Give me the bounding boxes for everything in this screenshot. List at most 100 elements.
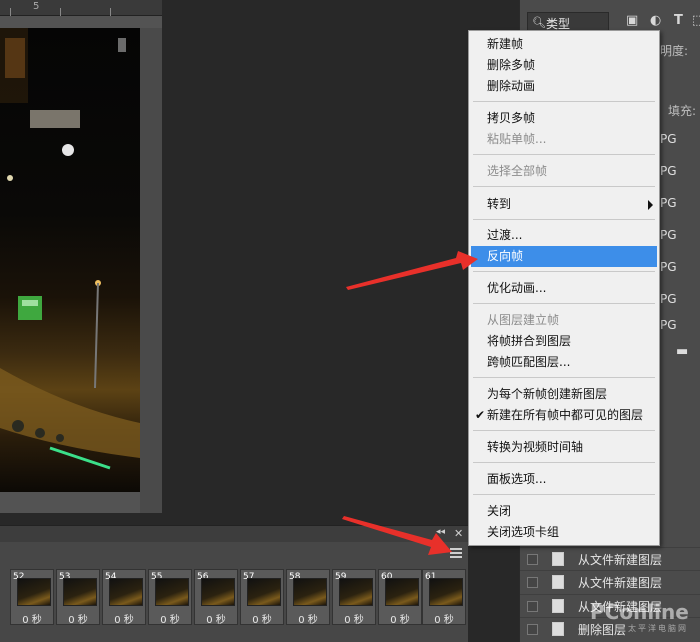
layer-name-fragment: PG [660,196,677,210]
layer-name: 从文件新建图层 [578,553,663,567]
menu-item-flatten-frames[interactable]: 将帧拼合到图层 [471,331,657,352]
layer-name-fragment: PG [660,318,677,332]
frame-delay[interactable]: 0 秒 [241,611,283,626]
frame-thumbnail [429,578,463,606]
frame-delay[interactable]: 0 秒 [379,611,421,626]
frame-delay[interactable]: 0 秒 [287,611,329,626]
menu-item-paste-frame: 粘贴单帧... [487,132,547,146]
close-panel-icon[interactable]: ✕ [454,527,463,540]
menu-item-tween[interactable]: 过渡... [471,225,657,246]
layer-checkbox[interactable] [527,577,538,588]
submenu-arrow-icon [648,200,653,210]
menu-item-copy-frames[interactable]: 拷贝多帧 [471,108,657,129]
layer-checkbox[interactable] [527,601,538,612]
type-filter-icon[interactable]: T [674,13,683,28]
layer-checkbox[interactable] [527,624,538,635]
frame-thumbnail [17,578,51,606]
image-filter-icon[interactable]: ▣ [626,13,638,28]
night-city-photo [0,28,140,470]
layer-name-fragment: PG [660,292,677,306]
menu-separator [473,303,655,304]
frame-delay[interactable]: 0 秒 [103,611,145,626]
frame-thumbnail [109,578,143,606]
menu-item-delete-animation[interactable]: 删除动画 [471,76,657,97]
menu-item-select-all-frames: 选择全部帧 [487,164,548,178]
frame-delay[interactable]: 0 秒 [11,611,53,626]
ruler-mark: 5 [33,1,40,12]
menu-item-new-layers-visible-label: 新建在所有帧中都可见的图层 [487,408,644,422]
collapse-panel-icon[interactable]: ◂◂ [436,527,445,537]
canvas-image[interactable] [0,28,140,492]
menu-separator [473,430,655,431]
shape-filter-icon[interactable]: ⬚ [692,13,700,28]
menu-item-convert-video-timeline[interactable]: 转换为视频时间轴 [471,437,657,458]
menu-item-close-tab-group[interactable]: 关闭选项卡组 [471,522,657,543]
menu-separator [473,154,655,155]
frame-thumbnail [201,578,235,606]
menu-separator [473,462,655,463]
frame-delay[interactable]: 0 秒 [195,611,237,626]
menu-item-delete-frames[interactable]: 删除多帧 [471,55,657,76]
chevron-down-icon: ⌄ [546,15,555,26]
checkmark-icon: ✔ [475,408,486,422]
frame-thumbnail [385,578,419,606]
animation-frame[interactable]: 55 0 秒 [148,569,192,626]
animation-frame[interactable]: 58 0 秒 [286,569,330,626]
canvas-scrollbar[interactable] [140,28,162,513]
layer-checkbox[interactable] [527,554,538,565]
panel-menu-icon[interactable] [450,548,462,558]
document-icon [552,552,564,566]
frame-thumbnail [247,578,281,606]
folder-icon[interactable]: ▬ [676,344,688,359]
timeline-header [0,526,468,542]
menu-item-new-layers-visible[interactable]: ✔ 新建在所有帧中都可见的图层 [471,405,657,426]
frame-delay[interactable]: 0 秒 [57,611,99,626]
menu-item-match-layer[interactable]: 跨帧匹配图层... [471,352,657,373]
layer-name: 从文件新建图层 [578,576,663,590]
animation-frame[interactable]: 57 0 秒 [240,569,284,626]
menu-item-new-frame[interactable]: 新建帧 [471,34,657,55]
menu-item-go-to-label: 转到 [487,197,512,211]
menu-separator [473,377,655,378]
menu-separator [473,219,655,220]
animation-frame[interactable]: 54 0 秒 [102,569,146,626]
menu-item-close[interactable]: 关闭 [471,501,657,522]
document-icon [552,599,564,613]
menu-item-panel-options[interactable]: 面板选项... [471,469,657,490]
layer-filter-select[interactable]: 🔍︎ 类型 ⌄ [527,12,609,32]
fill-label: 填充: [668,104,697,118]
layer-row[interactable]: 从文件新建图层 [520,547,700,571]
layer-name-fragment: PG [660,164,677,178]
menu-separator [473,271,655,272]
animation-frame[interactable]: 60 0 秒 [378,569,422,626]
watermark-logo: PConline [590,600,689,624]
animation-frame[interactable]: 52 0 秒 [10,569,54,626]
animation-frame[interactable]: 61 0 秒 [422,569,466,626]
document-icon [552,575,564,589]
frame-thumbnail [63,578,97,606]
frame-thumbnail [339,578,373,606]
animation-frame[interactable]: 59 0 秒 [332,569,376,626]
menu-item-go-to[interactable]: 转到 [471,194,657,215]
adjustment-filter-icon[interactable]: ◐ [650,13,661,28]
timeline-panel: ◂◂ ✕ 52 0 秒 53 0 秒 54 0 秒 55 0 秒 56 0 秒 … [0,525,468,642]
frame-delay[interactable]: 0 秒 [149,611,191,626]
frame-thumbnail [155,578,189,606]
layer-row[interactable]: 从文件新建图层 [520,570,700,594]
menu-item-create-layer-each-frame[interactable]: 为每个新帧创建新图层 [471,384,657,405]
watermark-subtitle: 太平洋电脑网 [628,624,688,633]
frame-delay[interactable]: 0 秒 [423,611,465,626]
animation-frame[interactable]: 53 0 秒 [56,569,100,626]
search-icon: 🔍︎ [532,16,546,29]
menu-separator [473,186,655,187]
menu-item-reverse-frames[interactable]: 反向帧 [471,246,657,267]
arrow-to-reverse-frames [346,251,478,290]
animation-frame[interactable]: 56 0 秒 [194,569,238,626]
timeline-context-menu: 新建帧 删除多帧 删除动画 拷贝多帧 粘贴单帧... 选择全部帧 转到 过渡..… [468,30,660,546]
layer-name-fragment: PG [660,260,677,274]
menu-item-make-frames-from-layers: 从图层建立帧 [487,313,560,327]
menu-item-optimize-animation[interactable]: 优化动画... [471,278,657,299]
document-icon [552,622,564,636]
frame-delay[interactable]: 0 秒 [333,611,375,626]
layer-name-fragment: PG [660,132,677,146]
